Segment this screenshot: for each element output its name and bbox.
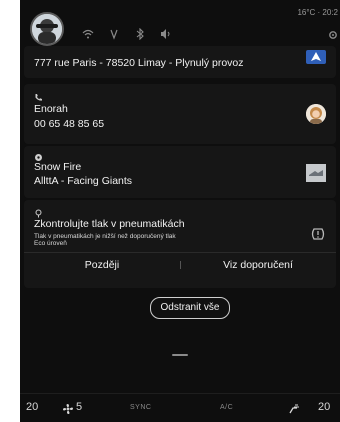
tire-pressure-notification[interactable]: Zkontrolujte tlak v pneumatikách Tlak v … bbox=[24, 200, 336, 288]
music-source-icon bbox=[34, 149, 43, 161]
sync-button[interactable]: SYNC bbox=[130, 404, 151, 411]
tire-pressure-icon bbox=[310, 226, 326, 242]
temperature-time: 16°C · 20:2 bbox=[297, 8, 338, 17]
climate-bar: 20 5 SYNC A/C 20 bbox=[20, 393, 340, 422]
view-recommendations-button[interactable]: Viz doporučení bbox=[180, 253, 336, 277]
track-title: Snow Fire bbox=[34, 161, 82, 173]
contact-avatar bbox=[306, 104, 326, 124]
fan-speed: 5 bbox=[76, 401, 83, 413]
notification-actions: Později Viz doporučení bbox=[24, 252, 336, 277]
seat-airflow-icon[interactable] bbox=[288, 402, 300, 414]
bluetooth-icon bbox=[134, 27, 146, 41]
navigation-arrow-icon bbox=[306, 50, 326, 64]
gear-icon[interactable] bbox=[328, 30, 338, 40]
navigation-address: 777 rue Paris - 78520 Limay - Plynulý pr… bbox=[34, 57, 244, 69]
caller-number: 00 65 48 85 65 bbox=[34, 118, 105, 130]
right-temperature[interactable]: 20 bbox=[318, 401, 330, 413]
status-icons bbox=[82, 27, 172, 41]
tire-warning-title: Zkontrolujte tlak v pneumatikách bbox=[34, 218, 185, 230]
drag-handle[interactable] bbox=[172, 354, 188, 356]
caller-name: Enorah bbox=[34, 103, 68, 115]
music-notification[interactable]: Snow Fire AllttA - Facing Giants bbox=[24, 146, 336, 198]
phone-signal-icon bbox=[108, 28, 120, 40]
volume-icon bbox=[160, 28, 172, 40]
warning-icon bbox=[34, 205, 43, 218]
left-temperature[interactable]: 20 bbox=[26, 401, 38, 413]
clear-all-button[interactable]: Odstranit vše bbox=[150, 297, 230, 319]
phone-icon bbox=[34, 89, 43, 101]
ac-button[interactable]: A/C bbox=[220, 404, 233, 411]
navigation-notification[interactable]: 777 rue Paris - 78520 Limay - Plynulý pr… bbox=[24, 46, 336, 78]
wifi-icon bbox=[82, 28, 94, 40]
later-button[interactable]: Později bbox=[24, 253, 180, 277]
tire-eco-level: Eco úroveň bbox=[34, 240, 67, 247]
notification-center: 16°C · 20:2 777 rue Paris - 78520 Limay … bbox=[20, 0, 340, 422]
track-artist: AllttA - Facing Giants bbox=[34, 175, 133, 187]
album-art bbox=[306, 164, 326, 182]
fan-icon[interactable] bbox=[62, 402, 74, 414]
user-avatar[interactable] bbox=[30, 12, 64, 46]
call-notification[interactable]: Enorah 00 65 48 85 65 bbox=[24, 84, 336, 144]
